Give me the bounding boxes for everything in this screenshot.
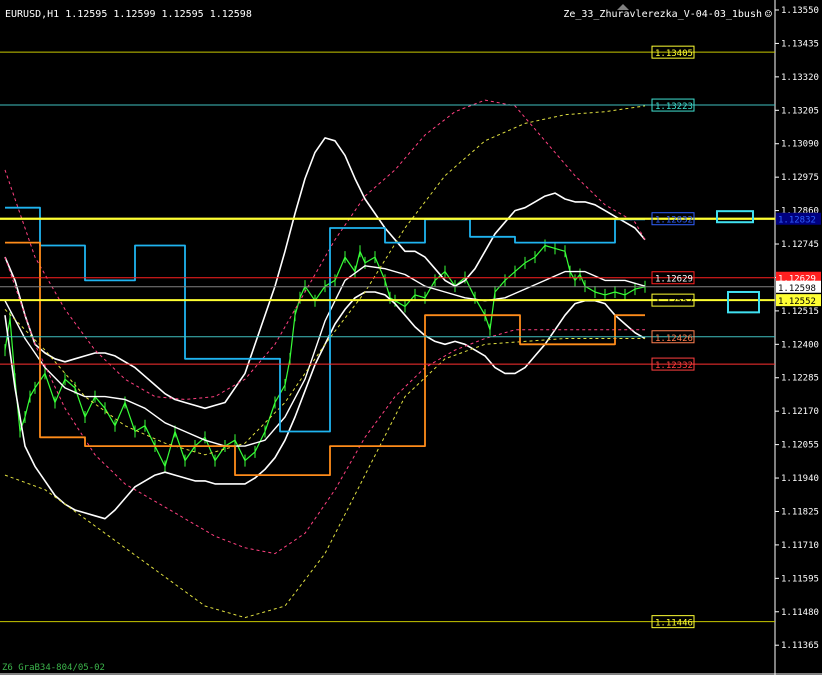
- level-price-text: 1.13223: [655, 102, 693, 112]
- y-tick-label: 1.11365: [781, 641, 819, 651]
- series-line-dash-5: [4, 256, 645, 555]
- y-tick-label: 1.11595: [781, 574, 819, 584]
- level-price-text: 1.13405: [655, 49, 693, 59]
- level-price-text: 1.11446: [655, 619, 693, 629]
- y-tick-label: 1.12055: [781, 441, 819, 451]
- indicator-name: Ze_33_Zhuravlerezka_V-04-03_1bush: [563, 9, 762, 20]
- axis-price-tag-text: 1.12832: [778, 216, 816, 226]
- y-tick-label: 1.11825: [781, 507, 819, 517]
- marker-rectangle: [716, 210, 754, 224]
- series-line-band-1: [4, 137, 646, 410]
- series-line-band-2: [4, 291, 646, 520]
- y-tick-label: 1.12515: [781, 307, 819, 317]
- y-tick-label: 1.12975: [781, 173, 819, 183]
- y-tick-label: 1.12170: [781, 407, 819, 417]
- level-price-text: 1.12832: [655, 216, 693, 226]
- y-tick-label: 1.13550: [781, 6, 819, 16]
- y-tick-label: 1.11940: [781, 474, 819, 484]
- y-tick-label: 1.11710: [781, 541, 819, 551]
- y-tick-label: 1.13320: [781, 73, 819, 83]
- expert-smiley-icon: ☺: [764, 7, 772, 21]
- axis-price-tag-text: 1.12552: [778, 297, 816, 307]
- current-price-text: 1.12598: [778, 284, 816, 294]
- y-tick-label: 1.12745: [781, 240, 819, 250]
- y-tick-label: 1.12285: [781, 374, 819, 384]
- y-tick-label: 1.12400: [781, 340, 819, 350]
- level-price-text: 1.12332: [655, 361, 693, 371]
- y-tick-label: 1.13435: [781, 39, 819, 49]
- level-price-text: 1.12426: [655, 334, 693, 344]
- footer-indicator-text: Z6 GraB34-804/05-02: [2, 663, 105, 673]
- series-line-dash-6: [4, 338, 645, 619]
- symbol-info: EURUSD,H1 1.12595 1.12599 1.12595 1.1259…: [5, 9, 252, 20]
- series-line-dash-4: [4, 99, 646, 400]
- y-tick-label: 1.11480: [781, 608, 819, 618]
- marker-rectangle: [727, 290, 760, 314]
- y-tick-label: 1.13090: [781, 140, 819, 150]
- price-chart[interactable]: 1.13550 1.13435 1.13320 1.13205 1.13090 1.129…: [0, 0, 822, 675]
- y-tick-label: 1.13205: [781, 106, 819, 116]
- level-price-text: 1.12552: [655, 297, 693, 307]
- level-price-text: 1.12629: [655, 275, 693, 285]
